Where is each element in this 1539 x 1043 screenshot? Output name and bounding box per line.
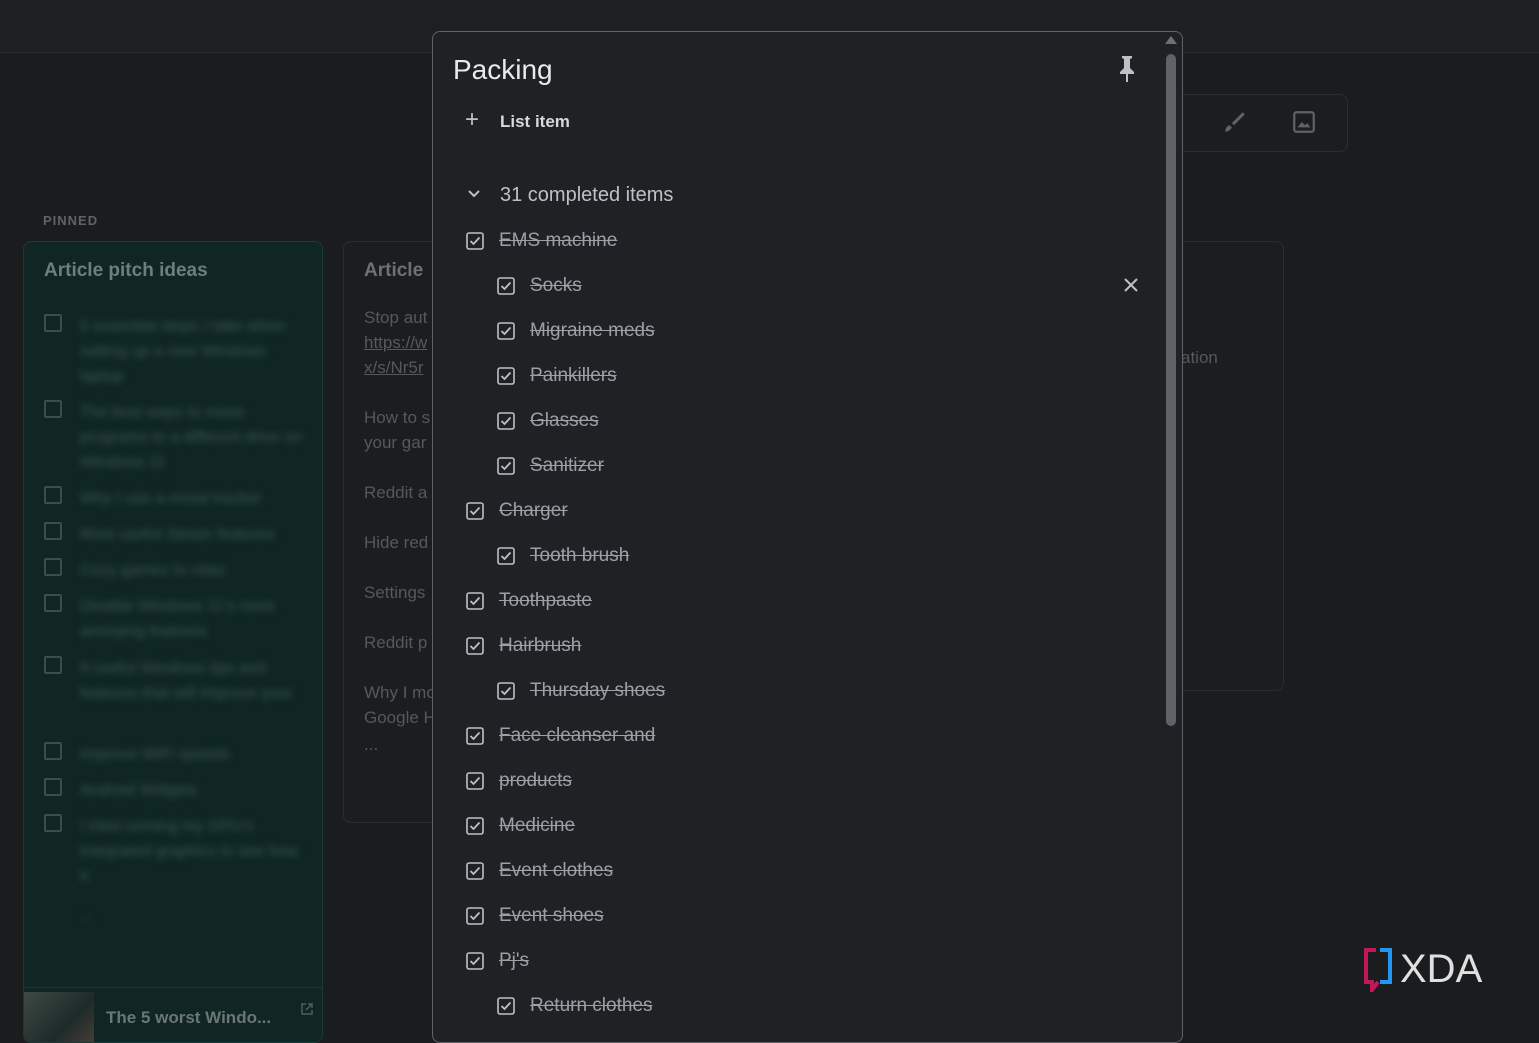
- item-text[interactable]: Migraine meds: [530, 318, 655, 344]
- pin-icon[interactable]: [1115, 54, 1139, 84]
- card-line: Settings: [364, 583, 426, 602]
- note-title[interactable]: Packing: [453, 54, 553, 86]
- card-line: your gar: [364, 433, 427, 452]
- xda-logo-mark: XDA: [1364, 947, 1483, 996]
- image-icon[interactable]: [1291, 109, 1317, 135]
- item-text[interactable]: Tooth brush: [530, 543, 629, 569]
- brush-icon[interactable]: [1221, 109, 1247, 135]
- card-line: ...: [364, 735, 379, 754]
- item-text[interactable]: Socks: [530, 273, 582, 299]
- checkbox-checked[interactable]: [466, 727, 484, 745]
- checkbox-checked[interactable]: [497, 457, 515, 475]
- item-text[interactable]: Toothpaste: [499, 588, 592, 614]
- checkbox-checked[interactable]: [497, 367, 515, 385]
- card-line: Stop aut: [364, 308, 428, 327]
- checkbox-checked[interactable]: [466, 952, 484, 970]
- card-line: Why I mo: [364, 683, 436, 702]
- card-line: Google H: [364, 708, 436, 727]
- checkbox-checked[interactable]: [466, 592, 484, 610]
- note-editor-dialog: Packing + List item 31 completed items E…: [432, 31, 1183, 1043]
- card-title: Article: [364, 260, 424, 281]
- item-text[interactable]: Event shoes: [499, 903, 604, 929]
- item-text[interactable]: Sanitizer: [530, 453, 604, 479]
- checkbox-checked[interactable]: [466, 862, 484, 880]
- plus-icon: +: [465, 106, 480, 133]
- item-text[interactable]: Return clothes: [530, 993, 653, 1019]
- checkbox-checked[interactable]: [466, 817, 484, 835]
- card-line: Reddit p: [364, 633, 428, 652]
- item-text[interactable]: Painkillers: [530, 363, 617, 389]
- card-title: Article pitch ideas: [44, 260, 208, 281]
- card-text-fragment: ation: [1181, 348, 1218, 367]
- scrollbar-thumb[interactable]: [1166, 54, 1176, 726]
- xda-logo: XDA: [1364, 946, 1509, 996]
- note-card-article-pitch-ideas[interactable]: Article pitch ideas 5 essential steps I …: [23, 241, 323, 1043]
- checkbox-checked[interactable]: [497, 547, 515, 565]
- checkbox-checked[interactable]: [466, 907, 484, 925]
- xda-logo-text: XDA: [1400, 947, 1483, 991]
- link-title: The 5 worst Windo...: [106, 1008, 272, 1027]
- checkbox-checked[interactable]: [497, 682, 515, 700]
- card-line: Reddit a: [364, 483, 428, 502]
- add-list-item-label: List item: [500, 112, 570, 131]
- item-text[interactable]: Event clothes: [499, 858, 613, 884]
- checkbox-checked[interactable]: [497, 412, 515, 430]
- scroll-up-arrow[interactable]: [1165, 36, 1177, 44]
- item-text[interactable]: Medicine: [499, 813, 575, 839]
- card-link[interactable]: https://w: [364, 330, 427, 355]
- open-external-icon[interactable]: [300, 1002, 314, 1016]
- checkbox-checked[interactable]: [497, 997, 515, 1015]
- scrollbar[interactable]: [1165, 32, 1179, 1026]
- chevron-down-icon: [468, 190, 480, 198]
- item-text[interactable]: Thursday shoes: [530, 678, 665, 704]
- checkbox-checked[interactable]: [497, 322, 515, 340]
- checkbox-checked[interactable]: [497, 277, 515, 295]
- checkbox-checked[interactable]: [466, 637, 484, 655]
- card-line: How to s: [364, 408, 431, 427]
- item-text[interactable]: Pj's: [499, 948, 529, 974]
- item-text[interactable]: Charger: [499, 498, 568, 524]
- card-link[interactable]: x/s/Nr5r: [364, 355, 424, 380]
- item-text[interactable]: Glasses: [530, 408, 599, 434]
- checkbox-checked[interactable]: [466, 502, 484, 520]
- item-text[interactable]: Hairbrush: [499, 633, 581, 659]
- checkbox-checked[interactable]: [466, 232, 484, 250]
- card-line: Hide red: [364, 533, 429, 552]
- item-text[interactable]: products: [499, 768, 572, 794]
- close-icon[interactable]: [1123, 277, 1139, 293]
- link-thumbnail: [24, 992, 94, 1042]
- link-preview[interactable]: The 5 worst Windo...: [24, 987, 322, 1042]
- completed-items-label: 31 completed items: [500, 184, 674, 206]
- checkbox-checked[interactable]: [466, 772, 484, 790]
- item-text[interactable]: EMS machine: [499, 228, 617, 254]
- section-label: PINNED: [43, 213, 99, 228]
- item-text[interactable]: Face cleanser and: [499, 723, 655, 749]
